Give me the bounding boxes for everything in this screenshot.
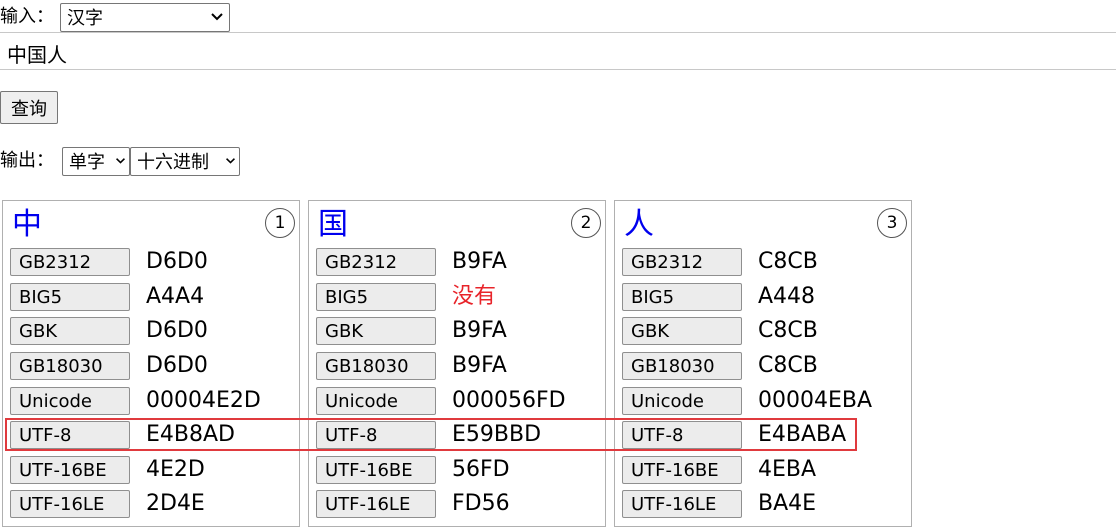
output-label: 输出： [0, 150, 54, 171]
encoding-name-button[interactable]: GB18030 [10, 352, 130, 380]
encoding-row: UTF-8 E59BBD [316, 421, 596, 451]
encoding-value: 没有 [452, 284, 497, 309]
input-text-area[interactable]: 中国人 [0, 32, 1116, 70]
encoding-row: UTF-16LE FD56 [316, 490, 596, 520]
encoding-row: Unicode 00004EBA [622, 387, 902, 417]
encoding-name-button[interactable]: Unicode [10, 387, 130, 415]
encoding-name-button[interactable]: UTF-16LE [316, 490, 436, 518]
result-card: 国 2 GB2312 B9FA BIG5 没有 GBK B9FA GB18030 B9FA Unic… [308, 200, 606, 527]
encoding-value: B9FA [452, 318, 507, 343]
encoding-value: 4EBA [758, 457, 817, 482]
encoding-value: E59BBD [452, 422, 542, 447]
encoding-row: BIG5 A448 [622, 283, 902, 313]
encoding-value: 2D4E [146, 491, 205, 516]
encoding-value: E4B8AD [146, 422, 235, 447]
encoding-name-button[interactable]: GBK [10, 317, 130, 345]
chevron-down-icon [116, 158, 125, 164]
query-button[interactable]: 查询 [0, 91, 58, 124]
encoding-row: GB2312 B9FA [316, 248, 596, 278]
result-card: 人 3 GB2312 C8CB BIG5 A448 GBK C8CB GB18030 C8CB Un… [614, 200, 912, 527]
encoding-value: 4E2D [146, 457, 205, 482]
encoding-row: UTF-16LE 2D4E [10, 490, 290, 520]
encoding-value: B9FA [452, 249, 507, 274]
encoding-row: GB18030 D6D0 [10, 352, 290, 382]
input-label: 输入： [0, 6, 54, 27]
encoding-value: B9FA [452, 353, 507, 378]
input-type-select[interactable]: 汉字 [60, 2, 230, 32]
encoding-row: UTF-8 E4B8AD [10, 421, 290, 451]
encoding-name-button[interactable]: GB18030 [622, 352, 742, 380]
encoding-value: BA4E [758, 491, 817, 516]
result-card: 中 1 GB2312 D6D0 BIG5 A4A4 GBK D6D0 GB18030 D6D0 Un… [2, 200, 300, 527]
encoding-value: A4A4 [146, 284, 205, 309]
encoding-row: GBK B9FA [316, 317, 596, 347]
encoding-row: Unicode 00004E2D [10, 387, 290, 417]
input-row: 输入： 汉字 [0, 2, 230, 32]
encoding-value: 000056FD [452, 388, 566, 413]
encoding-name-button[interactable]: UTF-8 [622, 421, 742, 449]
encoding-value: E4BABA [758, 422, 847, 447]
result-char[interactable]: 人 [624, 205, 654, 245]
encoding-name-button[interactable]: UTF-8 [10, 421, 130, 449]
encoding-value: C8CB [758, 353, 818, 378]
encoding-row: UTF-16LE BA4E [622, 490, 902, 520]
output-radix-select[interactable]: 十六进制 [130, 146, 240, 176]
encoding-value: D6D0 [146, 353, 208, 378]
encoding-row: GB18030 C8CB [622, 352, 902, 382]
encoding-name-button[interactable]: GBK [622, 317, 742, 345]
encoding-row: UTF-16BE 4EBA [622, 456, 902, 486]
encoding-name-button[interactable]: UTF-16LE [622, 490, 742, 518]
encoding-row: GBK D6D0 [10, 317, 290, 347]
encoding-row: Unicode 000056FD [316, 387, 596, 417]
encoding-value: FD56 [452, 491, 510, 516]
result-index-badge: 3 [877, 208, 907, 238]
encoding-name-button[interactable]: UTF-16BE [316, 456, 436, 484]
input-type-value: 汉字 [67, 8, 103, 29]
chevron-down-icon [211, 13, 223, 21]
encoding-name-button[interactable]: GB18030 [316, 352, 436, 380]
encoding-value: 56FD [452, 457, 510, 482]
encoding-name-button[interactable]: BIG5 [10, 283, 130, 311]
encoding-name-button[interactable]: GB2312 [10, 248, 130, 276]
result-index-badge: 1 [265, 208, 295, 238]
encoding-value: D6D0 [146, 318, 208, 343]
encoding-name-button[interactable]: UTF-16BE [10, 456, 130, 484]
encoding-row: UTF-16BE 56FD [316, 456, 596, 486]
encoding-row: GB18030 B9FA [316, 352, 596, 382]
encoding-name-button[interactable]: Unicode [316, 387, 436, 415]
encoding-name-button[interactable]: GBK [316, 317, 436, 345]
encoding-value: A448 [758, 284, 816, 309]
result-char[interactable]: 国 [318, 205, 348, 245]
encoding-value: 00004E2D [146, 388, 261, 413]
encoding-row: UTF-8 E4BABA [622, 421, 902, 451]
encoding-name-button[interactable]: UTF-8 [316, 421, 436, 449]
encoding-value: 00004EBA [758, 388, 873, 413]
output-row: 输出： 单字 十六进制 [0, 145, 240, 177]
encoding-row: GBK C8CB [622, 317, 902, 347]
output-radix-value: 十六进制 [137, 152, 209, 173]
output-mode-select[interactable]: 单字 [62, 146, 130, 176]
encoding-value: C8CB [758, 318, 818, 343]
output-mode-value: 单字 [69, 152, 105, 173]
encoding-name-button[interactable]: UTF-16BE [622, 456, 742, 484]
encoding-name-button[interactable]: GB2312 [622, 248, 742, 276]
encoding-row: UTF-16BE 4E2D [10, 456, 290, 486]
encoding-name-button[interactable]: Unicode [622, 387, 742, 415]
encoding-row: BIG5 没有 [316, 283, 596, 313]
encoding-row: GB2312 D6D0 [10, 248, 290, 278]
encoding-name-button[interactable]: UTF-16LE [10, 490, 130, 518]
encoding-value: C8CB [758, 249, 818, 274]
encoding-value: D6D0 [146, 249, 208, 274]
encoding-name-button[interactable]: BIG5 [316, 283, 436, 311]
encoding-name-button[interactable]: GB2312 [316, 248, 436, 276]
chevron-down-icon [226, 158, 235, 164]
encoding-row: GB2312 C8CB [622, 248, 902, 278]
encoding-row: BIG5 A4A4 [10, 283, 290, 313]
result-char[interactable]: 中 [12, 205, 42, 245]
encoding-name-button[interactable]: BIG5 [622, 283, 742, 311]
result-index-badge: 2 [571, 208, 601, 238]
